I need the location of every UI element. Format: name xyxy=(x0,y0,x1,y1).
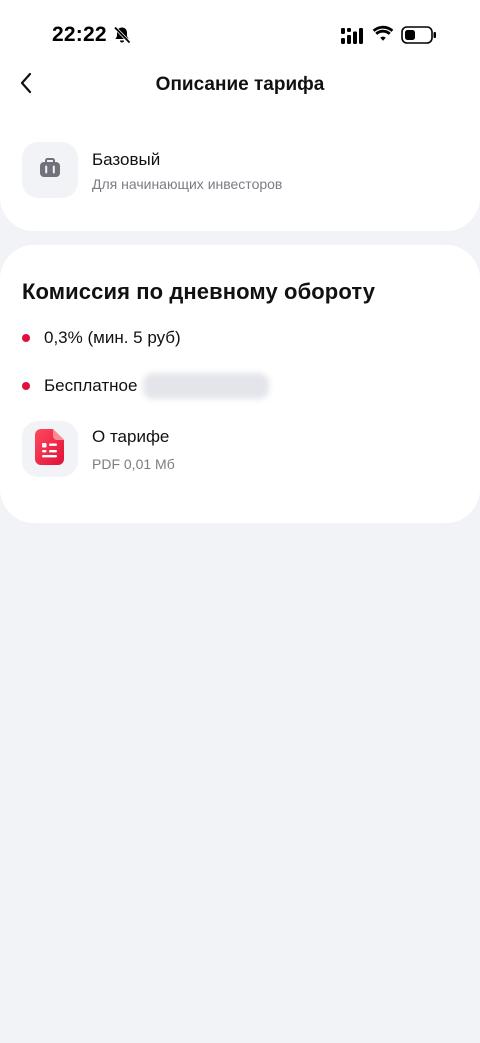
bullet-dot xyxy=(22,334,30,342)
status-bar: 22:22 xyxy=(0,0,480,70)
tariff-icon-box xyxy=(22,142,78,198)
tariff-document-link[interactable]: О тарифе PDF 0,01 Мб xyxy=(22,421,458,479)
bell-slash-icon xyxy=(112,25,132,45)
commission-title: Комиссия по дневному обороту xyxy=(22,279,376,304)
briefcase-icon xyxy=(38,157,62,184)
nav-bar: Описание тарифа xyxy=(0,62,480,108)
pdf-document-icon xyxy=(35,428,65,471)
page-title: Описание тарифа xyxy=(155,74,325,95)
wifi-icon xyxy=(372,25,394,43)
blurred-text-mask xyxy=(143,373,269,399)
document-name: О тарифе xyxy=(92,427,170,446)
status-time: 22:22 xyxy=(52,23,107,46)
commission-card: Комиссия по дневному обороту 0,3% (мин. … xyxy=(0,245,480,523)
commission-item-text: 0,3% (мин. 5 руб) xyxy=(44,328,181,347)
commission-item: 0,3% (мин. 5 руб) xyxy=(22,325,462,351)
commission-item-text: Бесплатное xyxy=(44,376,138,395)
doc-icon-box xyxy=(22,421,78,477)
tariff-description: Для начинающих инвесторов xyxy=(92,176,283,192)
cellular-signal-icon xyxy=(340,27,364,45)
bullet-dot xyxy=(22,382,30,390)
battery-icon xyxy=(401,25,437,45)
tariff-name: Базовый xyxy=(92,150,161,169)
tariff-item: Базовый Для начинающих инвесторов xyxy=(22,142,458,200)
header-sheet: 22:22 Описание тарифа Базовый Для начина… xyxy=(0,0,480,231)
commission-item: Бесплатное xyxy=(22,373,462,399)
document-meta: PDF 0,01 Мб xyxy=(92,456,175,472)
